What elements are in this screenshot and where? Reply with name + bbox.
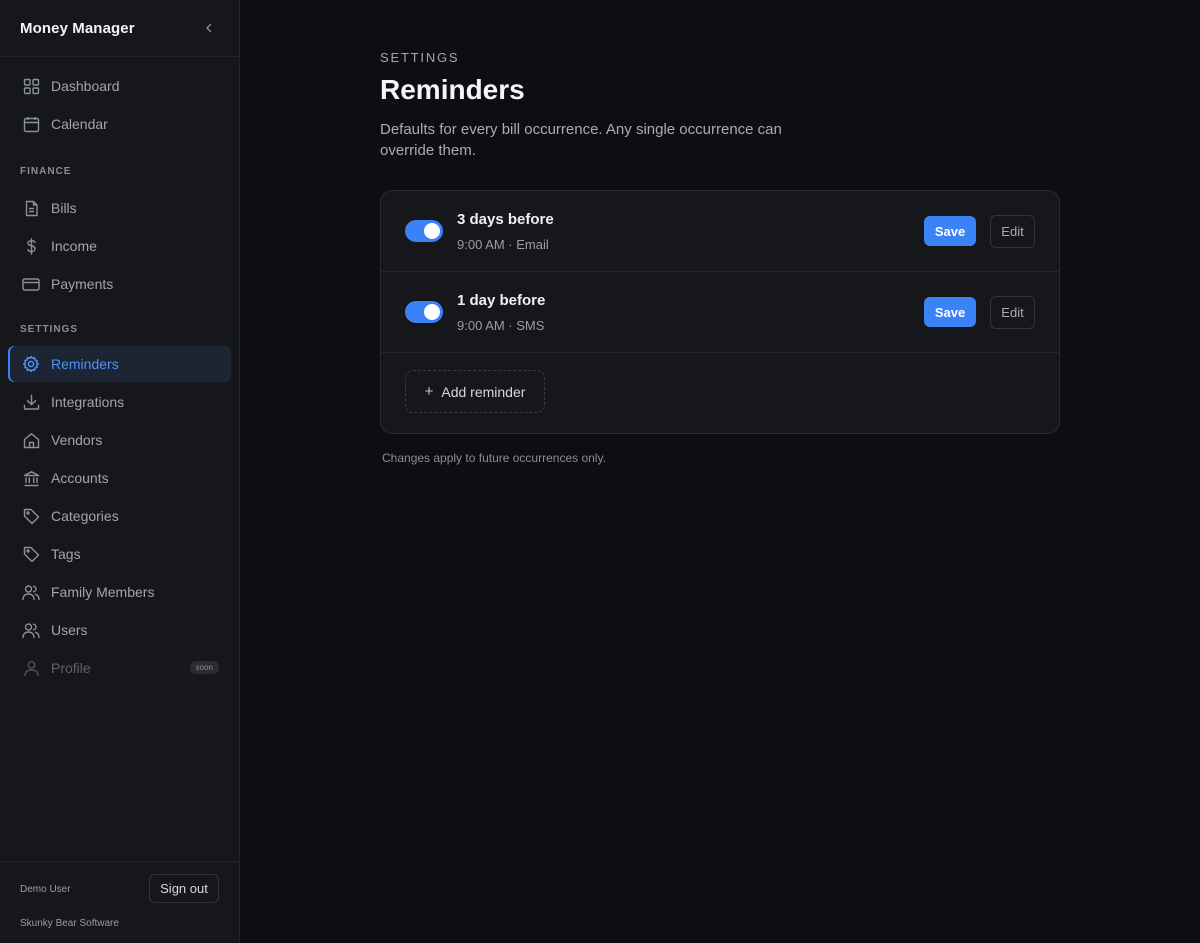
reminder-title: 1 day before — [457, 292, 546, 309]
section-label-finance: FINANCE — [20, 166, 72, 177]
section-label-settings: SETTINGS — [20, 324, 79, 335]
chevron-left-icon — [206, 23, 212, 33]
current-user-name: Demo User — [20, 884, 71, 895]
page-description: Defaults for every bill occurrence. Any … — [380, 121, 782, 159]
sidebar-item-label: Profile — [51, 660, 91, 676]
sidebar-item-label: Accounts — [51, 470, 109, 486]
users-icon — [22, 621, 40, 639]
page-eyebrow: SETTINGS — [380, 50, 460, 65]
reminders-card: 3 days before 9:00 AM · Email Save Edit … — [380, 190, 1060, 434]
gear-icon — [22, 355, 40, 373]
card-icon — [22, 275, 40, 293]
calendar-icon — [22, 115, 40, 133]
sidebar-item-label: Tags — [51, 546, 81, 562]
sidebar-item-users[interactable]: Users — [8, 612, 231, 648]
sidebar-item-bills[interactable]: Bills — [8, 190, 231, 226]
page-title: Reminders — [380, 74, 525, 105]
reminder-toggle[interactable] — [405, 220, 443, 242]
dollar-icon — [22, 237, 40, 255]
user-icon — [22, 659, 40, 677]
add-reminder-label: Add reminder — [441, 383, 526, 400]
sidebar-item-payments[interactable]: Payments — [8, 266, 231, 302]
sidebar-item-label: Bills — [51, 200, 77, 216]
reminder-row: 1 day before 9:00 AM · SMS Save Edit — [381, 272, 1059, 353]
sidebar: Money Manager Dashboard Calendar FINANCE… — [0, 0, 240, 943]
sidebar-item-label: Calendar — [51, 116, 108, 132]
sidebar-item-categories[interactable]: Categories — [8, 498, 231, 534]
reminder-subtitle: 9:00 AM · SMS — [457, 318, 545, 333]
sidebar-item-accounts[interactable]: Accounts — [8, 460, 231, 496]
sidebar-item-dashboard[interactable]: Dashboard — [8, 68, 231, 104]
sidebar-item-label: Dashboard — [51, 78, 120, 94]
users-icon — [22, 583, 40, 601]
sidebar-header: Money Manager — [0, 0, 239, 57]
collapse-sidebar-button[interactable] — [199, 18, 219, 38]
app-title: Money Manager — [20, 19, 135, 37]
sidebar-item-label: Integrations — [51, 394, 125, 410]
bank-icon — [22, 469, 40, 487]
sidebar-item-label: Family Members — [51, 584, 155, 600]
sidebar-item-tags[interactable]: Tags — [8, 536, 231, 572]
save-button[interactable]: Save — [924, 297, 976, 327]
edit-button[interactable]: Edit — [990, 215, 1035, 248]
sidebar-item-label: Income — [51, 238, 97, 254]
main-content: SETTINGS Reminders Defaults for every bi… — [241, 0, 1200, 943]
sidebar-item-vendors[interactable]: Vendors — [8, 422, 231, 458]
sidebar-item-calendar[interactable]: Calendar — [8, 106, 231, 142]
sidebar-item-reminders[interactable]: Reminders — [8, 346, 231, 382]
save-button[interactable]: Save — [924, 216, 976, 246]
reminder-title: 3 days before — [457, 211, 554, 228]
sidebar-item-integrations[interactable]: Integrations — [8, 384, 231, 420]
sign-out-button[interactable]: Sign out — [149, 874, 219, 903]
file-icon — [22, 199, 40, 217]
dashboard-icon — [22, 77, 40, 95]
sidebar-item-label: Vendors — [51, 432, 103, 448]
sidebar-item-label: Reminders — [51, 356, 119, 372]
add-reminder-button[interactable]: + Add reminder — [405, 370, 545, 413]
reminder-row: 3 days before 9:00 AM · Email Save Edit — [381, 191, 1059, 272]
sidebar-nav: Dashboard Calendar FINANCE Bills Income — [0, 57, 239, 686]
sidebar-item-family-members[interactable]: Family Members — [8, 574, 231, 610]
add-reminder-row: + Add reminder — [381, 353, 1059, 433]
edit-button[interactable]: Edit — [990, 296, 1035, 329]
toggle-knob — [424, 223, 440, 239]
sidebar-item-label: Categories — [51, 508, 119, 524]
sidebar-footer: Demo User Sign out Skunky Bear Software — [0, 861, 239, 943]
footer-note: Changes apply to future occurrences only… — [382, 451, 606, 465]
soon-badge: soon — [189, 661, 219, 674]
sidebar-item-label: Payments — [51, 276, 114, 292]
sidebar-item-profile: Profile soon — [8, 650, 231, 686]
reminder-toggle[interactable] — [405, 301, 443, 323]
reminder-subtitle: 9:00 AM · Email — [457, 237, 549, 252]
plus-icon: + — [424, 383, 434, 400]
tag-icon — [22, 507, 40, 525]
download-icon — [22, 393, 40, 411]
company-name: Skunky Bear Software — [20, 918, 119, 929]
toggle-knob — [424, 304, 440, 320]
sidebar-item-label: Users — [51, 622, 88, 638]
home-icon — [22, 431, 40, 449]
tag-icon — [22, 545, 40, 563]
sidebar-item-income[interactable]: Income — [8, 228, 231, 264]
